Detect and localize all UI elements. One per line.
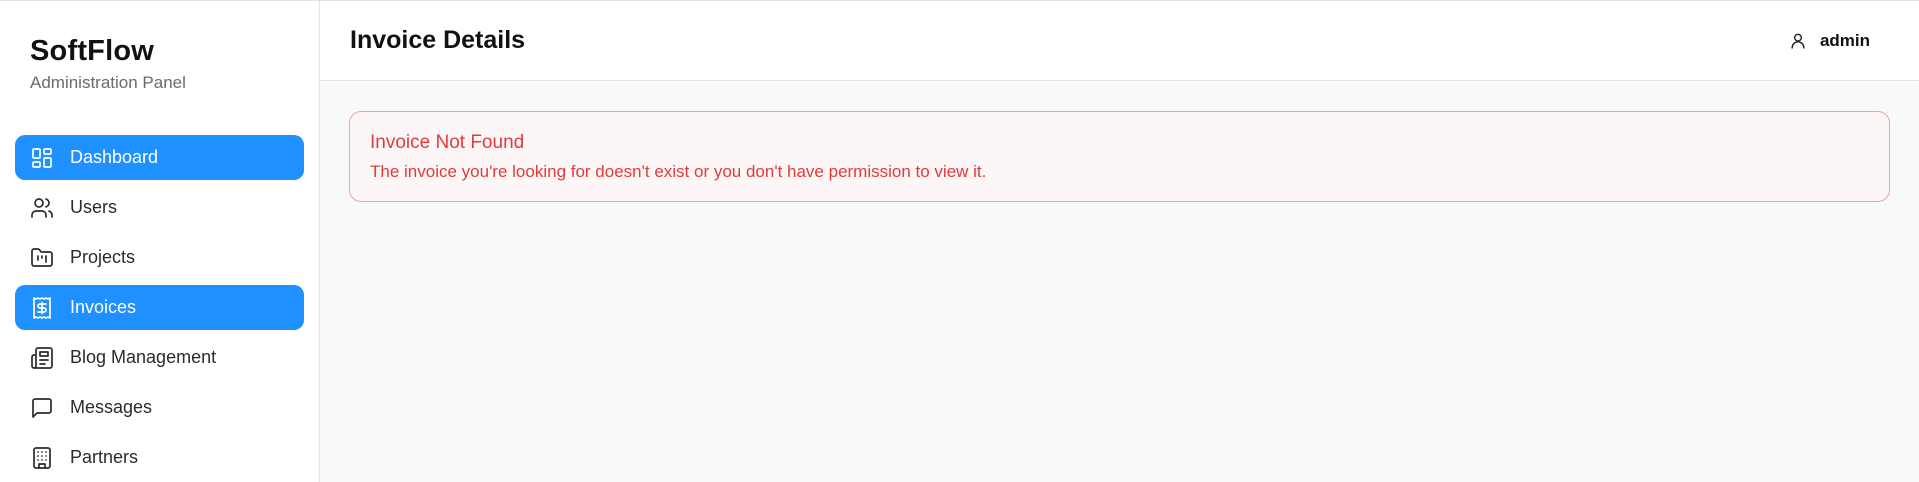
user-menu[interactable]: admin xyxy=(1788,31,1870,51)
top-header: Invoice Details admin xyxy=(320,1,1919,81)
error-alert: Invoice Not Found The invoice you're loo… xyxy=(349,111,1890,202)
sidebar-item-label: Blog Management xyxy=(70,347,217,367)
sidebar-item-label: Dashboard xyxy=(70,147,159,167)
receipt-dollar-icon xyxy=(30,296,54,320)
folder-kanban-icon xyxy=(30,246,54,270)
sidebar-item-label: Invoices xyxy=(70,297,137,317)
content: Invoice Not Found The invoice you're loo… xyxy=(320,81,1919,232)
sidebar-item-label: Users xyxy=(70,197,118,217)
alert-title: Invoice Not Found xyxy=(370,132,525,153)
sidebar-item-blog-management[interactable]: Blog Management xyxy=(15,335,304,380)
sidebar-item-label: Partners xyxy=(70,447,139,467)
sidebar-item-projects[interactable]: Projects xyxy=(15,235,304,280)
app-shell: SoftFlow Administration Panel Dashboard … xyxy=(0,0,1919,482)
message-square-icon xyxy=(30,396,54,420)
dashboard-icon xyxy=(30,146,54,170)
main-area: Invoice Details admin Invoice Not Found … xyxy=(320,1,1919,482)
sidebar-item-label: Projects xyxy=(70,247,136,267)
sidebar-item-partners[interactable]: Partners xyxy=(15,435,304,480)
sidebar-item-users[interactable]: Users xyxy=(15,185,304,230)
brand-subtitle: Administration Panel xyxy=(30,73,186,92)
sidebar-item-invoices[interactable]: Invoices xyxy=(15,285,304,330)
brand: SoftFlow Administration Panel xyxy=(0,35,319,93)
alert-message: The invoice you're looking for doesn't e… xyxy=(370,162,987,181)
users-icon xyxy=(30,196,54,220)
sidebar: SoftFlow Administration Panel Dashboard … xyxy=(0,1,320,482)
building-icon xyxy=(30,446,54,470)
page-title: Invoice Details xyxy=(350,26,526,54)
sidebar-item-dashboard[interactable]: Dashboard xyxy=(15,135,304,180)
username: admin xyxy=(1819,30,1870,50)
sidebar-nav: Dashboard Users Projects Invoices Blog M… xyxy=(0,135,319,480)
brand-title: SoftFlow xyxy=(30,35,155,67)
newspaper-icon xyxy=(30,346,54,370)
user-icon xyxy=(1791,33,1805,48)
sidebar-item-label: Messages xyxy=(70,397,153,417)
sidebar-item-messages[interactable]: Messages xyxy=(15,385,304,430)
